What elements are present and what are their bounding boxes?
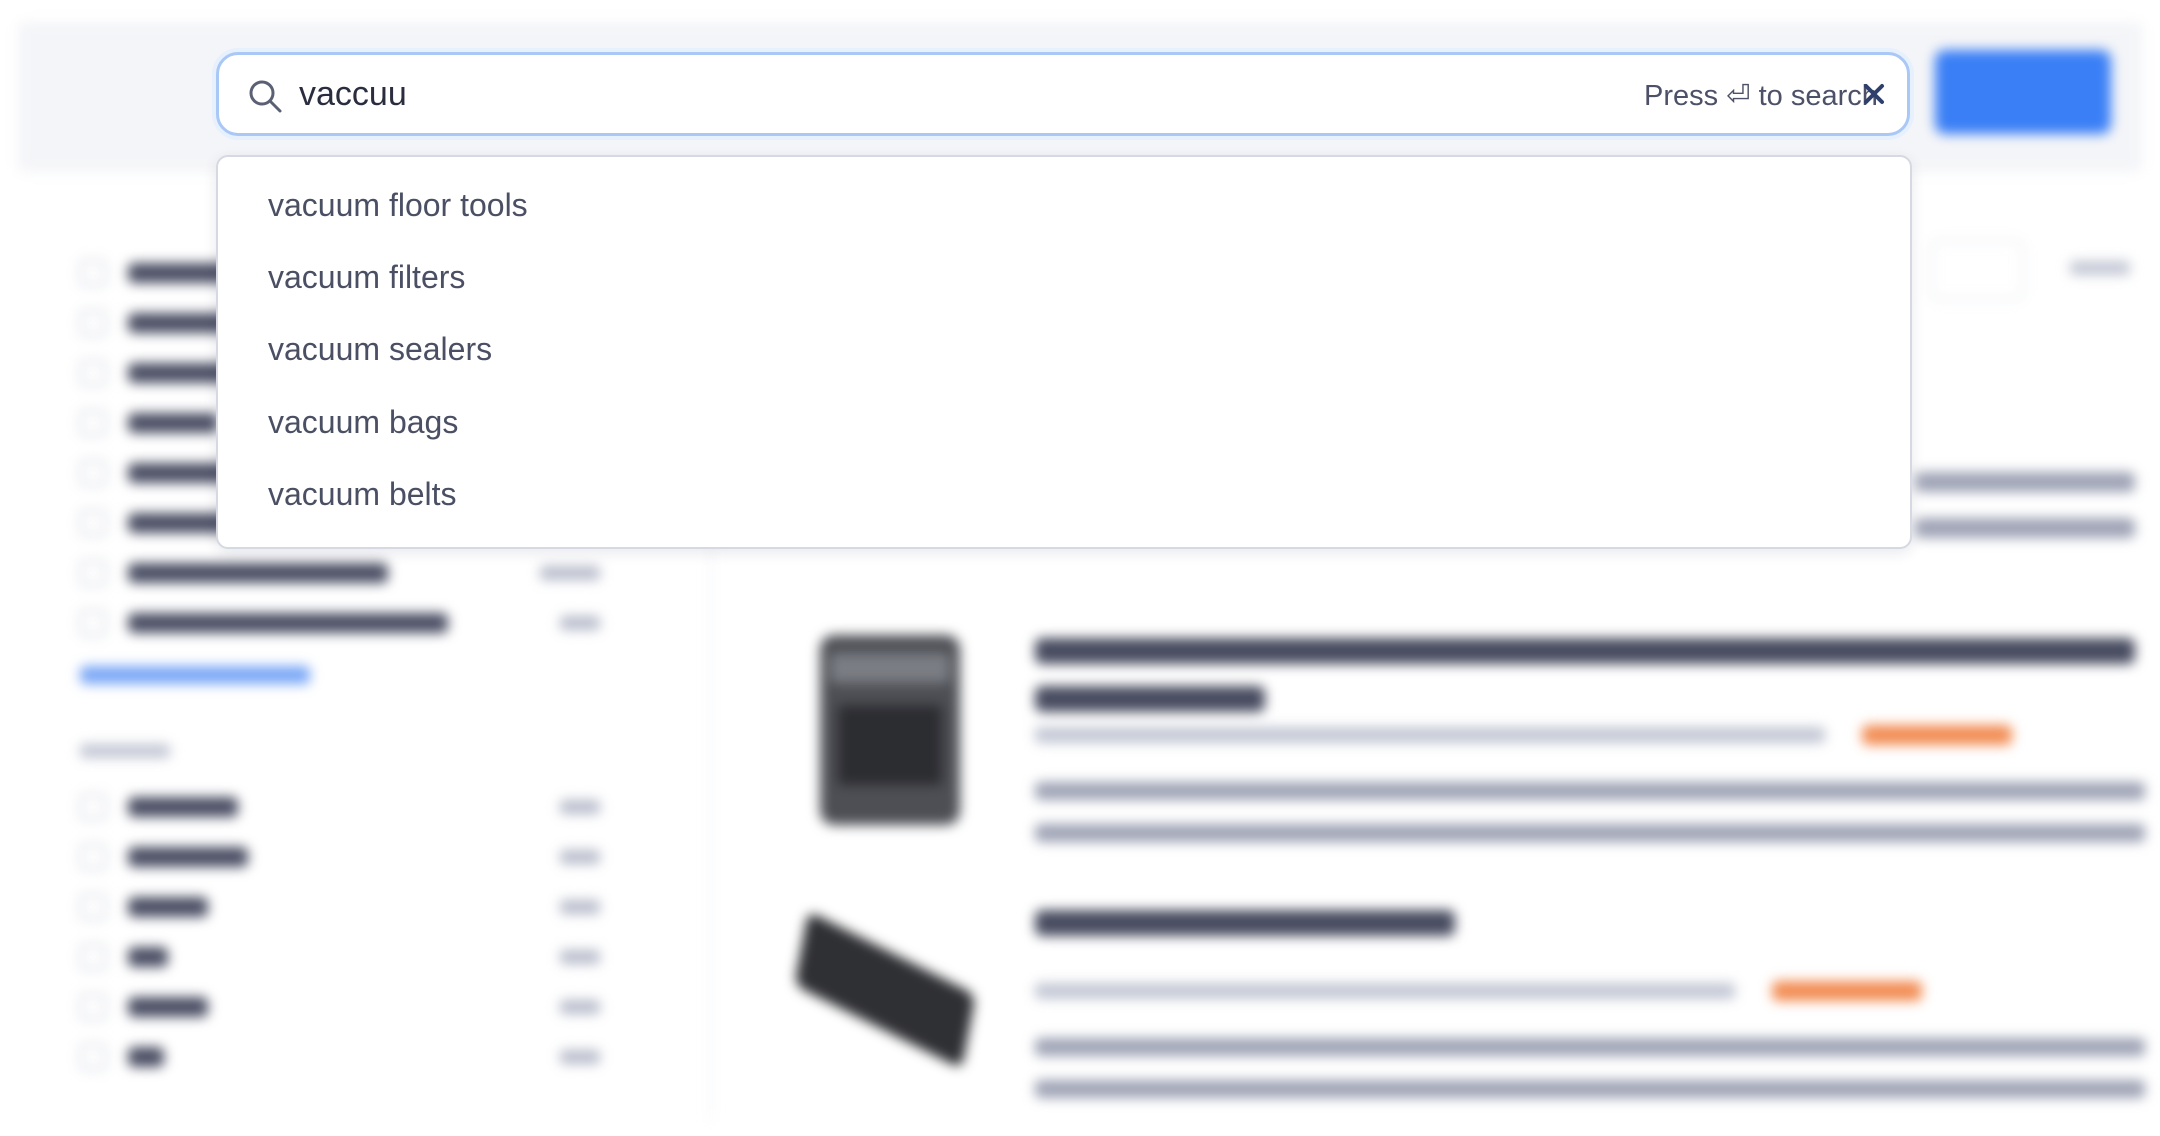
suggestion-item[interactable]: vacuum belts (268, 476, 457, 513)
column-divider (710, 520, 712, 1120)
facet-title-brands (80, 741, 640, 764)
facet-item[interactable] (80, 1032, 640, 1082)
checkbox[interactable] (80, 610, 106, 636)
sort-label[interactable] (2070, 254, 2130, 282)
product-breadcrumb (1035, 720, 2012, 748)
search-input[interactable]: vaccuu (299, 75, 407, 114)
clear-icon[interactable] (1859, 79, 1889, 109)
enter-key-icon: ⏎ (1726, 80, 1751, 112)
checkbox[interactable] (80, 360, 106, 386)
checkbox[interactable] (80, 410, 106, 436)
checkbox[interactable] (80, 944, 106, 970)
product-description (1035, 1026, 2155, 1098)
facet-item[interactable] (80, 882, 640, 932)
facet-item[interactable] (80, 832, 640, 882)
autocomplete-dropdown: vacuum floor tools vacuum filters vacuum… (216, 155, 1912, 549)
product-title[interactable] (1035, 628, 2155, 712)
search-hint: Press ⏎ to search (1644, 78, 1878, 113)
show-more-link[interactable] (80, 660, 640, 691)
product-image[interactable] (820, 635, 960, 825)
search-hint-prefix: Press (1644, 80, 1719, 112)
product-description (1035, 770, 2155, 842)
search-input-wrapper[interactable]: vaccuu Press ⏎ to search (216, 52, 1910, 136)
result-item[interactable] (780, 620, 2160, 842)
suggestion-item[interactable]: vacuum filters (268, 259, 465, 296)
hit-snippet (1915, 518, 2135, 538)
checkbox[interactable] (80, 1044, 106, 1070)
suggestion-item[interactable]: vacuum floor tools (268, 187, 528, 224)
product-title[interactable] (1035, 900, 2155, 936)
checkbox[interactable] (80, 460, 106, 486)
checkbox[interactable] (80, 994, 106, 1020)
facet-item[interactable] (80, 932, 640, 982)
suggestion-item[interactable]: vacuum sealers (268, 331, 492, 368)
checkbox[interactable] (80, 844, 106, 870)
view-toggle[interactable] (1930, 240, 2024, 300)
facet-item[interactable] (80, 782, 640, 832)
product-breadcrumb (1035, 976, 1922, 1004)
facet-item[interactable] (80, 548, 640, 598)
search-submit-button[interactable] (1935, 50, 2111, 134)
suggestion-item[interactable]: vacuum bags (268, 404, 458, 441)
checkbox[interactable] (80, 310, 106, 336)
checkbox[interactable] (80, 560, 106, 586)
checkbox[interactable] (80, 510, 106, 536)
facet-item[interactable] (80, 598, 640, 648)
facet-item[interactable] (80, 982, 640, 1032)
search-icon (249, 80, 282, 113)
checkbox[interactable] (80, 794, 106, 820)
result-item[interactable] (780, 900, 2160, 1120)
checkbox[interactable] (80, 894, 106, 920)
checkbox[interactable] (80, 260, 106, 286)
hit-snippet (1915, 472, 2135, 492)
product-image[interactable] (790, 910, 980, 1070)
